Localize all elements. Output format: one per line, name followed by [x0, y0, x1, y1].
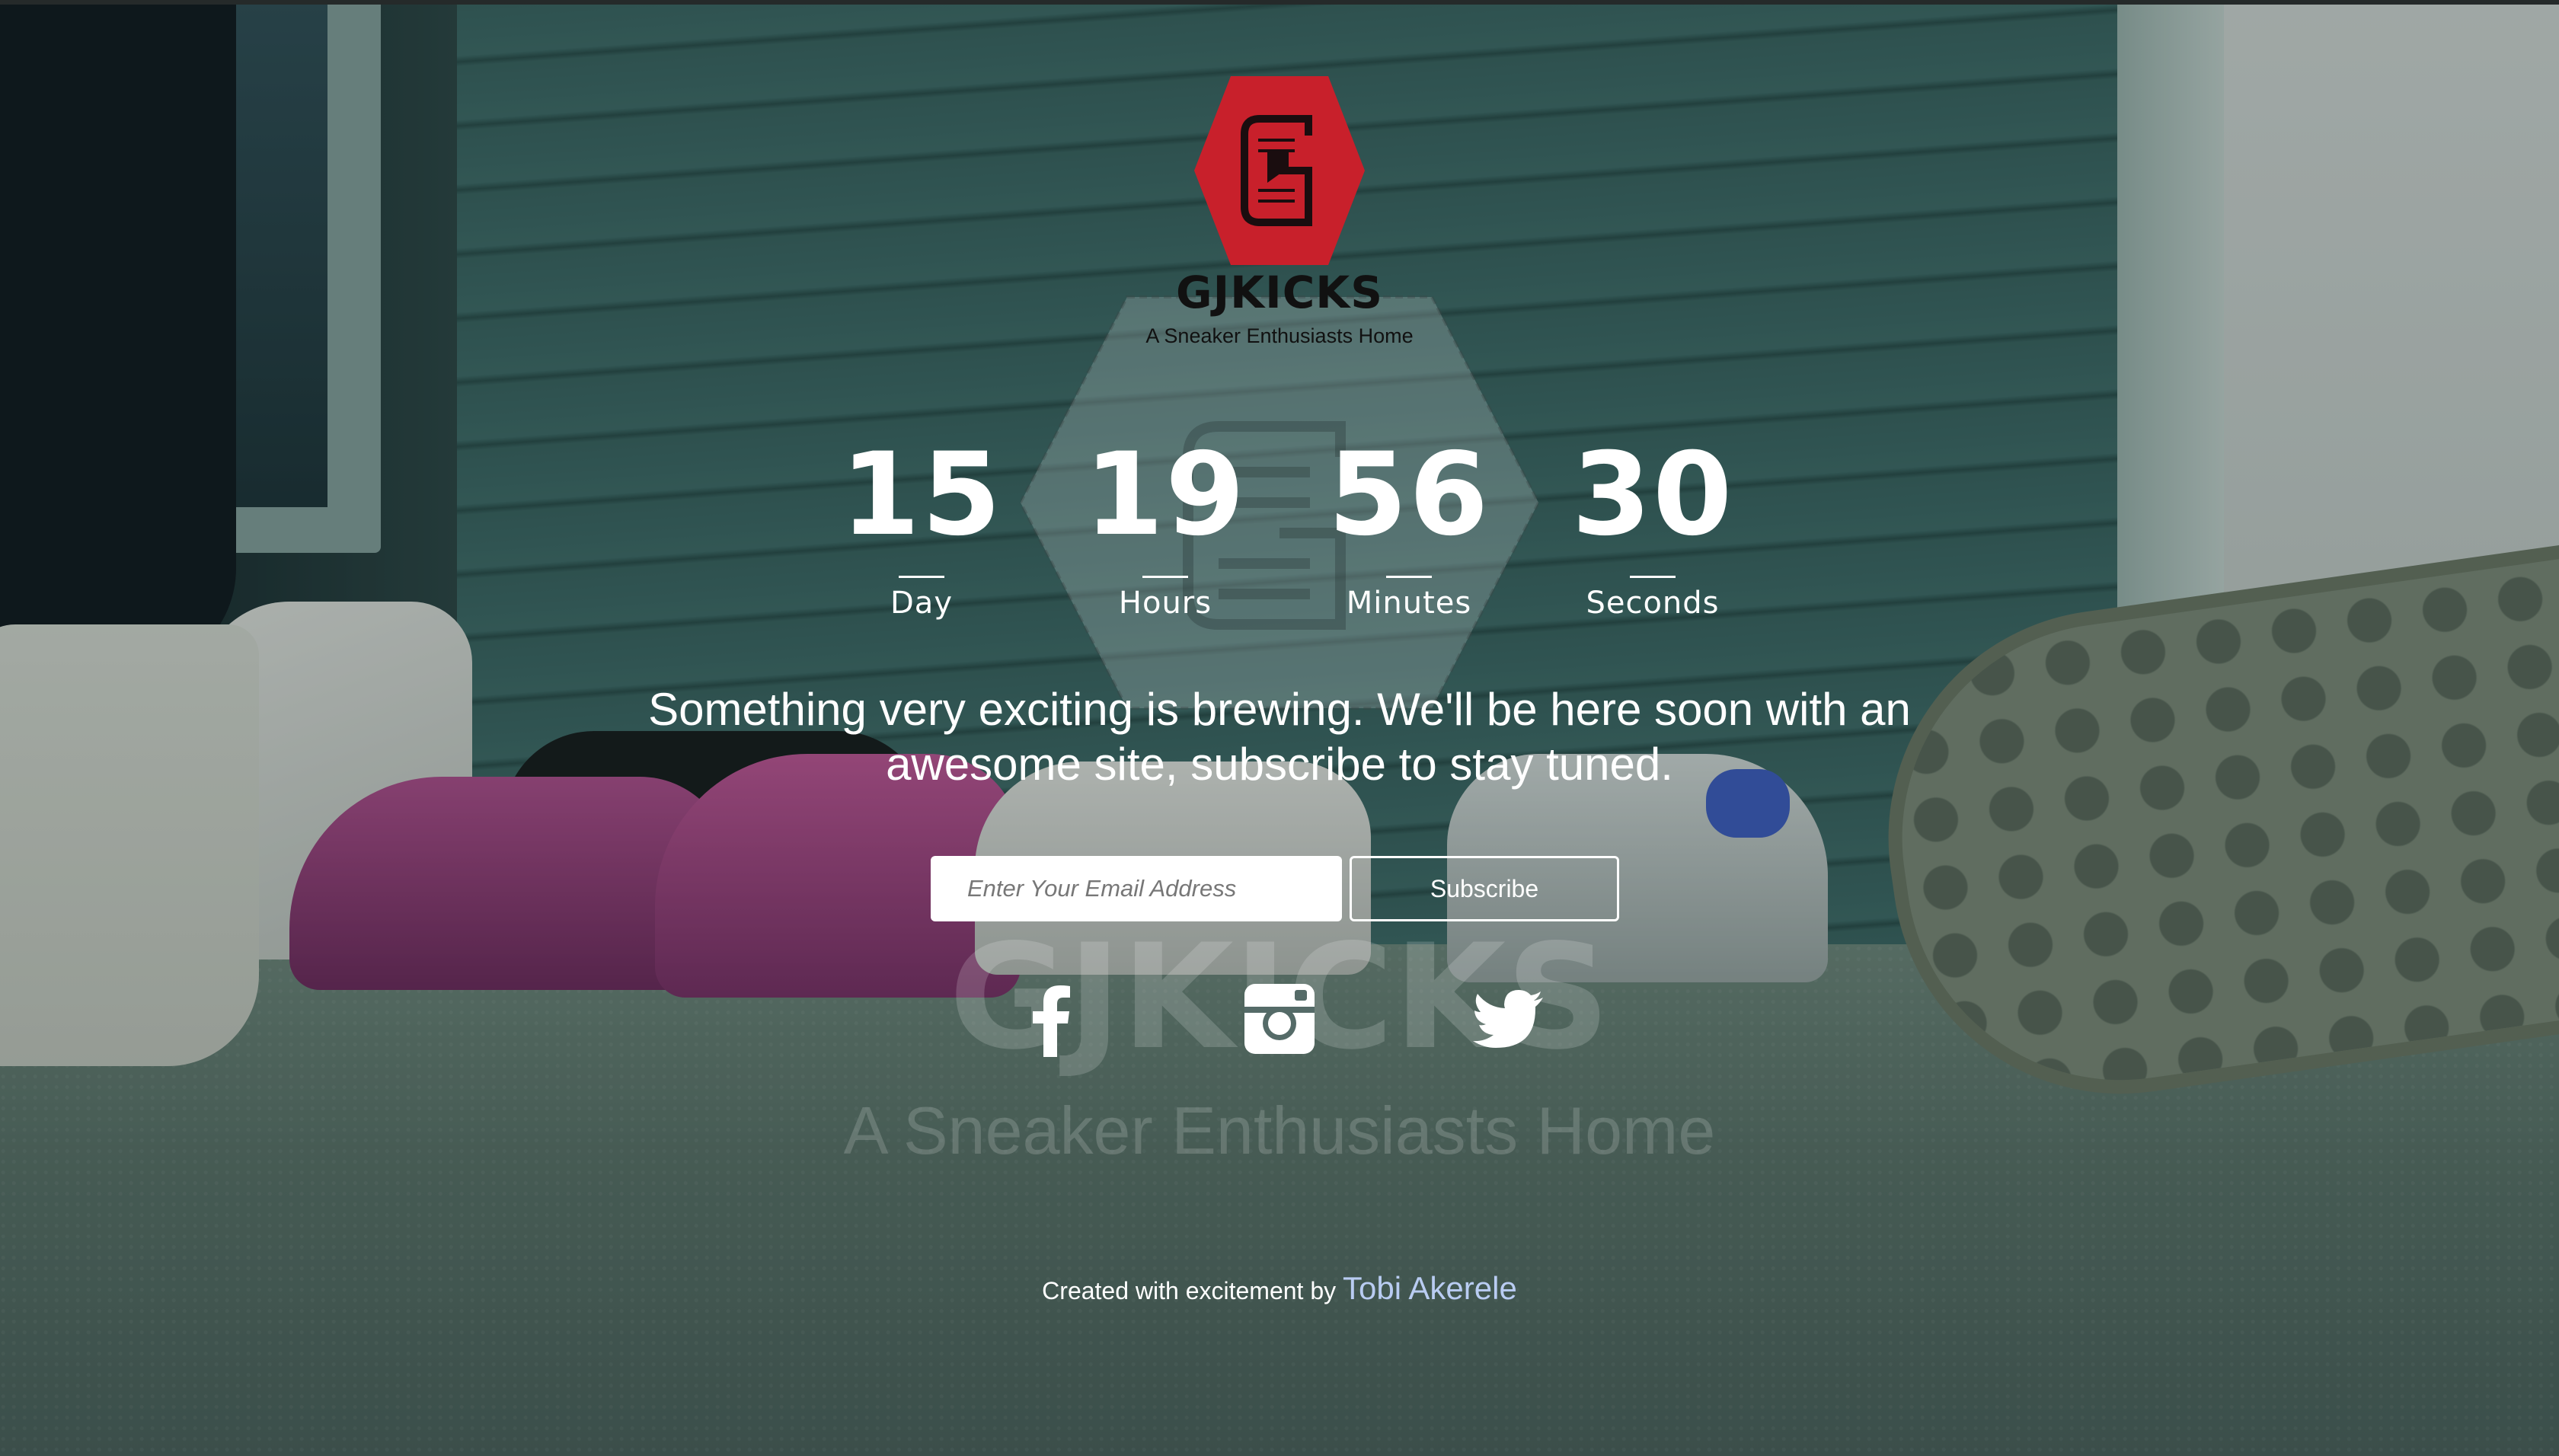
- countdown-seconds-value: 30: [1571, 429, 1734, 561]
- countdown-minutes-value: 56: [1327, 429, 1490, 561]
- divider: [1630, 576, 1676, 578]
- countdown-hours-value: 19: [1084, 429, 1247, 561]
- facebook-icon: [1033, 985, 1070, 1057]
- countdown-minutes-label: Minutes: [1346, 586, 1472, 621]
- countdown-seconds-label: Seconds: [1586, 586, 1720, 621]
- twitter-icon: [1473, 990, 1543, 1048]
- email-input[interactable]: [931, 856, 1342, 921]
- divider: [1386, 576, 1432, 578]
- countdown-days-value: 15: [840, 429, 1003, 561]
- instagram-link[interactable]: [1241, 981, 1318, 1057]
- watermark-tagline: A Sneaker Enthusiasts Home: [843, 1093, 1716, 1168]
- brand-tagline: A Sneaker Enthusiasts Home: [1145, 324, 1414, 347]
- facebook-link[interactable]: [1013, 981, 1089, 1057]
- subscribe-button[interactable]: Subscribe: [1350, 856, 1619, 921]
- footer-credit: Created with excitement by Tobi Akerele: [899, 1267, 1660, 1312]
- instagram-icon: [1244, 984, 1315, 1054]
- divider: [1142, 576, 1188, 578]
- countdown-hours-label: Hours: [1118, 586, 1212, 621]
- gjkicks-logo-icon: [1194, 76, 1365, 265]
- author-link[interactable]: Tobi Akerele: [1343, 1270, 1517, 1306]
- countdown-days: 15 Day: [823, 426, 1021, 622]
- countdown-timer: 15 Day 19 Hours 56 Minutes 30 Seconds: [823, 426, 1736, 640]
- brand-name: GJKICKS: [1176, 267, 1383, 318]
- countdown-seconds: 30 Seconds: [1554, 426, 1752, 622]
- countdown-hours: 19 Hours: [1066, 426, 1264, 622]
- coming-soon-message: Something very exciting is brewing. We'l…: [648, 684, 1911, 790]
- countdown-minutes: 56 Minutes: [1310, 426, 1508, 622]
- footer-prefix: Created with excitement by: [1042, 1277, 1337, 1304]
- twitter-link[interactable]: [1470, 981, 1546, 1057]
- countdown-days-label: Day: [890, 586, 953, 621]
- divider: [899, 576, 944, 578]
